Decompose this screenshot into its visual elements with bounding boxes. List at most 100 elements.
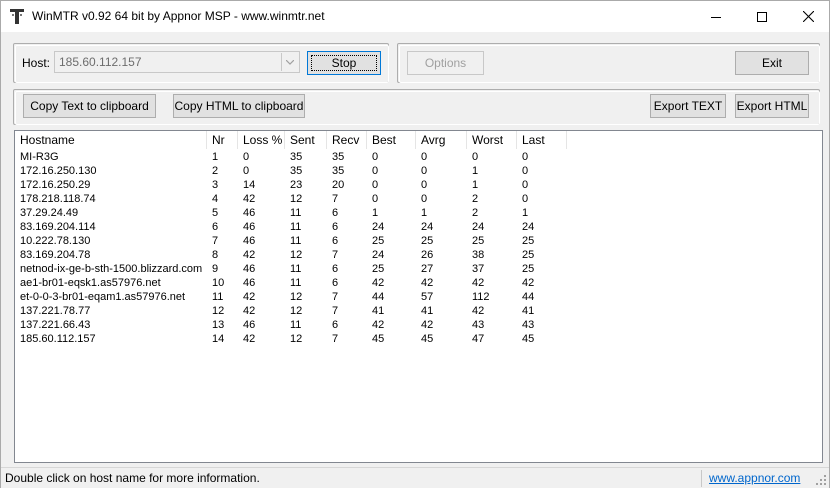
cell-last: 43 [522, 319, 535, 331]
status-message: Double click on host name for more infor… [5, 471, 260, 485]
column-header-worst[interactable]: Worst [467, 131, 517, 149]
appnor-link[interactable]: www.appnor.com [709, 471, 800, 485]
export-html-button[interactable]: Export HTML [735, 94, 809, 118]
cell-sent: 11 [290, 319, 302, 331]
copy-text-button[interactable]: Copy Text to clipboard [23, 94, 156, 118]
cell-hostname[interactable]: 172.16.250.29 [15, 178, 90, 192]
cell-hostname[interactable]: et-0-0-3-br01-eqam1.as57976.net [15, 290, 185, 304]
maximize-button[interactable] [739, 1, 785, 32]
export-text-button-label: Export TEXT [653, 99, 723, 113]
cell-hostname[interactable]: 137.221.78.77 [15, 304, 90, 318]
cell-best: 1 [372, 207, 379, 219]
column-header-nr[interactable]: Nr [207, 131, 238, 149]
cell-last: 1 [522, 207, 529, 219]
table-row[interactable]: 172.16.250.29 3 14 23 20 0 0 1 0 [15, 178, 822, 192]
cell-hostname[interactable]: 178.218.118.74 [15, 192, 96, 206]
cell-worst: 42 [472, 305, 485, 317]
cell-recv: 35 [332, 165, 345, 177]
table-row[interactable]: 178.218.118.74 4 42 12 7 0 0 2 0 [15, 192, 822, 206]
cell-hostname[interactable]: ae1-br01-eqsk1.as57976.net [15, 276, 161, 290]
column-header-sent[interactable]: Sent [285, 131, 327, 149]
cell-hostname[interactable]: 37.29.24.49 [15, 206, 78, 220]
cell-best: 41 [372, 305, 385, 317]
export-text-button[interactable]: Export TEXT [650, 94, 726, 118]
copy-html-button-label: Copy HTML to clipboard [174, 99, 304, 113]
table-row[interactable]: MI-R3G 1 0 35 35 0 0 0 0 [15, 150, 822, 164]
cell-hostname[interactable]: MI-R3G [15, 150, 59, 164]
minimize-button[interactable] [693, 1, 739, 32]
cell-loss: 0 [243, 165, 250, 177]
table-row[interactable]: et-0-0-3-br01-eqam1.as57976.net 11 42 12 7 44… [15, 290, 822, 304]
column-header-recv[interactable]: Recv [327, 131, 367, 149]
cell-hostname[interactable]: 185.60.112.157 [15, 332, 96, 346]
cell-sent: 12 [290, 193, 303, 205]
cell-loss: 42 [243, 249, 256, 261]
cell-nr: 3 [212, 179, 219, 191]
cell-loss: 46 [243, 207, 256, 219]
table-row[interactable]: 172.16.250.130 2 0 35 35 0 0 1 0 [15, 164, 822, 178]
column-header-loss[interactable]: Loss % [238, 131, 285, 149]
column-header-hostname[interactable]: Hostname [15, 131, 207, 149]
cell-sent: 12 [290, 305, 303, 317]
cell-avrg: 25 [421, 235, 434, 247]
cell-hostname[interactable]: 137.221.66.43 [15, 318, 90, 332]
close-button[interactable] [785, 1, 830, 32]
column-header-last[interactable]: Last [517, 131, 567, 149]
table-row[interactable]: 83.169.204.78 8 42 12 7 24 26 38 25 [15, 248, 822, 262]
cell-best: 0 [372, 179, 379, 191]
cell-avrg: 0 [421, 165, 428, 177]
cell-hostname[interactable]: 10.222.78.130 [15, 234, 90, 248]
cell-best: 24 [372, 249, 385, 261]
cell-recv: 7 [332, 291, 339, 303]
cell-avrg: 42 [421, 277, 434, 289]
cell-hostname[interactable]: 83.169.204.114 [15, 220, 96, 234]
cell-sent: 11 [290, 235, 302, 247]
host-input[interactable]: 185.60.112.157 [59, 55, 142, 69]
copy-html-button[interactable]: Copy HTML to clipboard [173, 94, 305, 118]
cell-worst: 2 [472, 193, 479, 205]
resize-grip-icon[interactable] [816, 475, 827, 486]
cell-sent: 11 [290, 207, 302, 219]
options-button[interactable]: Options [407, 51, 484, 75]
status-bar: Double click on host name for more infor… [1, 467, 829, 488]
cell-sent: 11 [290, 221, 302, 233]
table-row[interactable]: 137.221.66.43 13 46 11 6 42 42 43 43 [15, 318, 822, 332]
cell-nr: 10 [212, 277, 225, 289]
column-header-avrg[interactable]: Avrg [416, 131, 467, 149]
host-dropdown-button[interactable] [281, 53, 298, 71]
cell-last: 42 [522, 277, 535, 289]
cell-avrg: 0 [421, 151, 428, 163]
table-row[interactable]: 137.221.78.77 12 42 12 7 41 41 42 41 [15, 304, 822, 318]
cell-recv: 6 [332, 263, 339, 275]
table-row[interactable]: netnod-ix-ge-b-sth-1500.blizzard.com 9 46 1… [15, 262, 822, 276]
cell-avrg: 41 [421, 305, 434, 317]
cell-recv: 6 [332, 319, 339, 331]
cell-worst: 112 [472, 291, 490, 303]
stop-button[interactable]: Stop [307, 51, 381, 75]
cell-last: 0 [522, 151, 529, 163]
results-table[interactable]: Hostname Nr Loss % Sent Recv Best Avrg Worst Las… [14, 130, 823, 463]
cell-recv: 7 [332, 193, 339, 205]
table-row[interactable]: 37.29.24.49 5 46 11 6 1 1 2 1 [15, 206, 822, 220]
table-row[interactable]: 83.169.204.114 6 46 11 6 24 24 24 24 [15, 220, 822, 234]
cell-best: 25 [372, 235, 385, 247]
cell-last: 25 [522, 249, 535, 261]
cell-sent: 35 [290, 165, 303, 177]
chevron-down-icon [286, 59, 294, 65]
exit-button[interactable]: Exit [735, 51, 809, 75]
cell-last: 25 [522, 235, 535, 247]
host-combobox[interactable]: 185.60.112.157 [54, 51, 300, 73]
cell-last: 0 [522, 165, 529, 177]
cell-hostname[interactable]: netnod-ix-ge-b-sth-1500.blizzard.com [15, 262, 202, 276]
window-title: WinMTR v0.92 64 bit by Appnor MSP - www.… [32, 9, 325, 23]
cell-worst: 38 [472, 249, 485, 261]
cell-hostname[interactable]: 172.16.250.130 [15, 164, 96, 178]
column-header-best[interactable]: Best [367, 131, 416, 149]
stop-button-label: Stop [331, 56, 357, 70]
cell-hostname[interactable]: 83.169.204.78 [15, 248, 90, 262]
table-row[interactable]: 10.222.78.130 7 46 11 6 25 25 25 25 [15, 234, 822, 248]
table-row[interactable]: ae1-br01-eqsk1.as57976.net 10 46 11 6 42 42 42 4… [15, 276, 822, 290]
title-bar[interactable]: WinMTR v0.92 64 bit by Appnor MSP - www.… [1, 1, 829, 32]
table-row[interactable]: 185.60.112.157 14 42 12 7 45 45 47 45 [15, 332, 822, 346]
cell-best: 0 [372, 165, 379, 177]
